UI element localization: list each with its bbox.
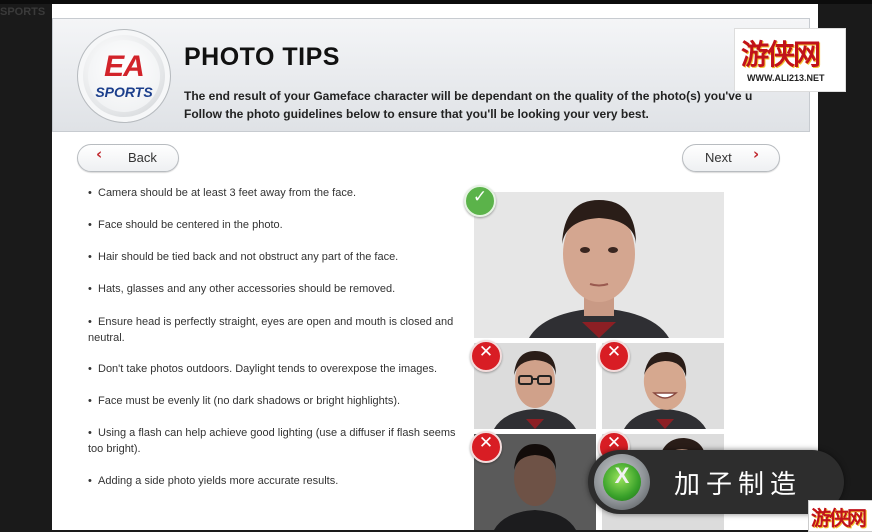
chevron-left-icon: ‹ <box>96 145 103 163</box>
tip-item: • Adding a side photo yields more accurat… <box>88 475 339 487</box>
tip-item: • Using a flash can help achieve good lig… <box>88 427 456 455</box>
header: EA SPORTS PHOTO TIPS The end result of y… <box>52 18 810 132</box>
overlay-text: 加子制造 <box>674 470 803 500</box>
x-icon: ✕ <box>470 340 502 372</box>
subtitle-line-1: The end result of your Gameface characte… <box>184 89 753 103</box>
mini-watermark-logo: 游侠网 <box>808 500 872 532</box>
x-icon: ✕ <box>598 340 630 372</box>
subtitle-line-2: Follow the photo guidelines below to ens… <box>184 107 649 121</box>
watermark-cn: 游侠网 <box>741 38 821 71</box>
background-ea-logo: SPORTS <box>0 6 46 18</box>
tip-item: • Don't take photos outdoors. Daylight te… <box>88 363 438 375</box>
next-button[interactable]: Next › <box>682 144 780 172</box>
page-title: PHOTO TIPS <box>184 43 340 71</box>
tip-item: • Camera should be at least 3 feet away f… <box>88 187 357 199</box>
tip-item: • Hair should be tied back and not obstru… <box>88 251 399 263</box>
tip-item: • Face must be evenly lit (no dark shadow… <box>88 395 401 407</box>
x-icon: ✕ <box>470 431 502 463</box>
watermark-logo: 游侠网 WWW.ALI213.NET <box>734 28 846 92</box>
chevron-right-icon: › <box>753 145 760 163</box>
ea-sports-logo: EA SPORTS <box>77 29 171 123</box>
page-subtitle: The end result of your Gameface characte… <box>184 87 804 123</box>
ea-logo-sports: SPORTS <box>95 84 153 100</box>
tip-item: • Ensure head is perfectly straight, eyes… <box>88 316 454 344</box>
tip-item: • Face should be centered in the photo. <box>88 219 283 231</box>
check-icon: ✓ <box>464 185 496 217</box>
back-label: Back <box>128 150 157 165</box>
watermark-url: WWW.ALI213.NET <box>747 73 825 83</box>
overlay-badge: X 加子制造 <box>588 450 844 514</box>
back-button[interactable]: ‹ Back <box>77 144 179 172</box>
next-label: Next <box>705 150 732 165</box>
good-example-photo <box>474 192 724 338</box>
xbox-logo-icon: X <box>594 454 650 510</box>
ea-logo-mark: EA <box>104 50 145 83</box>
tip-item: • Hats, glasses and any other accessories… <box>88 283 396 295</box>
